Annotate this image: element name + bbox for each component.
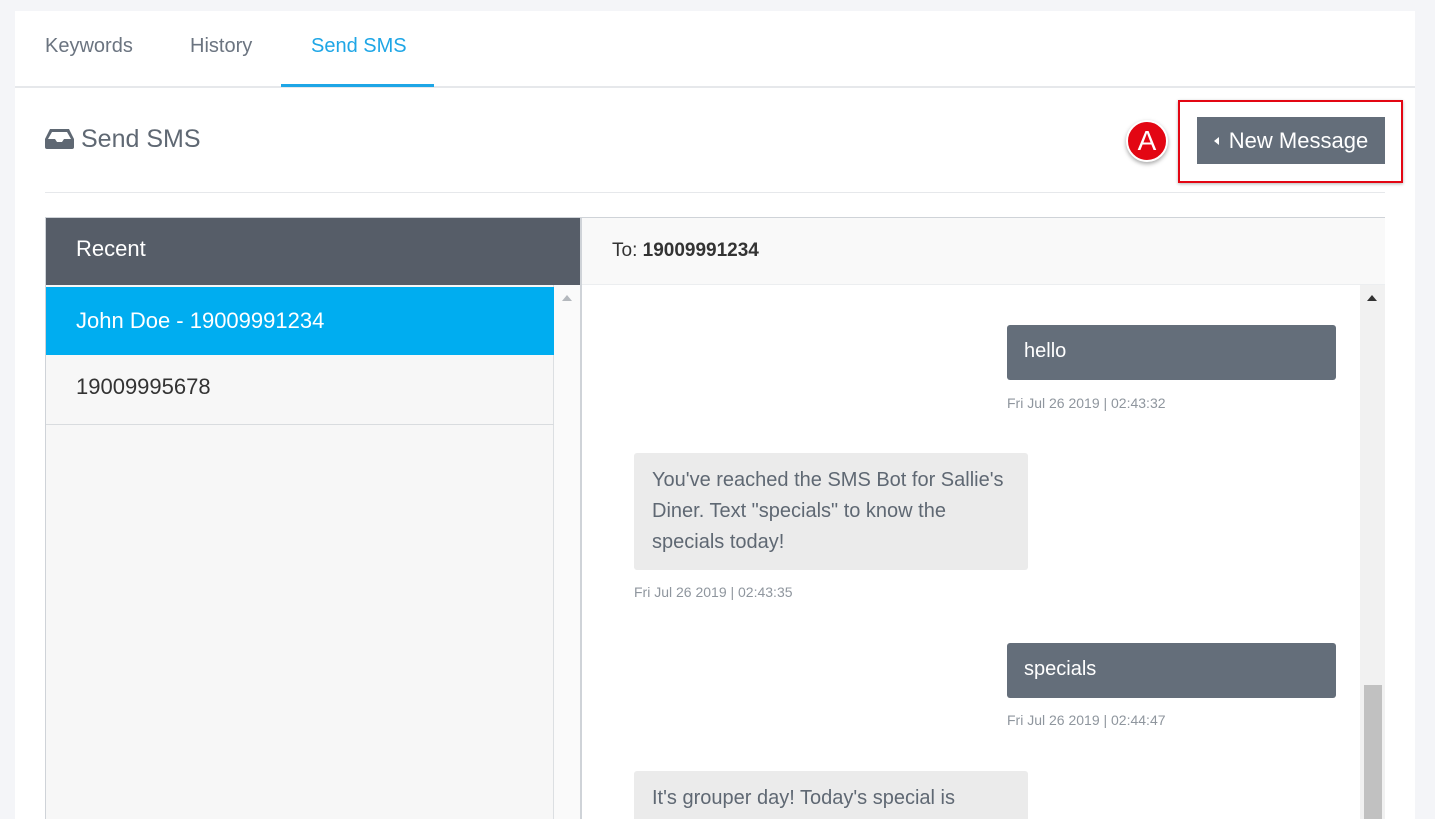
message-timestamp: Fri Jul 26 2019 | 02:44:47 [1007,712,1166,728]
recipient-number: 19009991234 [642,240,759,261]
tab-send-sms[interactable]: Send SMS [311,35,407,58]
inbox-icon [45,129,74,149]
message-bubble-outgoing: specials [1007,643,1336,698]
header-divider [45,192,1385,193]
new-message-label: New Message [1228,127,1369,153]
message-bubble-incoming: You've reached the SMS Bot for Sallie's … [634,453,1028,570]
message-bubble-incoming: It's grouper day! Today's special is [634,771,1028,819]
page-title: Send SMS [81,124,201,153]
annotation-badge: A [1126,120,1168,162]
tab-history[interactable]: History [190,35,252,58]
section-header: Send SMS [45,119,201,159]
tab-keywords[interactable]: Keywords [45,35,133,58]
recent-item-19009995678[interactable]: 19009995678 [46,355,554,425]
message-bubble-outgoing: hello [1007,325,1336,380]
message-thread: hello Fri Jul 26 2019 | 02:43:32 You've … [582,285,1360,819]
tab-bar: Keywords History Send SMS [15,11,1415,88]
to-label: To: [612,240,638,261]
scroll-up-icon[interactable] [1367,295,1377,301]
scroll-up-icon[interactable] [562,295,572,301]
scroll-thumb[interactable] [1364,685,1382,819]
message-scrollbar[interactable] [1360,285,1385,819]
recent-item-john-doe[interactable]: John Doe - 19009991234 [46,287,554,355]
recent-scrollbar[interactable] [554,285,581,819]
message-timestamp: Fri Jul 26 2019 | 02:43:35 [634,584,793,600]
message-timestamp: Fri Jul 26 2019 | 02:43:32 [1007,395,1166,411]
new-message-button[interactable]: New Message [1197,117,1385,164]
recipient-bar: To: 19009991234 [582,218,1385,285]
recent-list: John Doe - 19009991234 19009995678 [46,285,554,819]
main-panel: Keywords History Send SMS Send SMS A New… [15,11,1415,819]
active-tab-indicator [281,84,434,87]
chat-frame: Recent John Doe - 19009991234 1900999567… [45,217,1385,819]
recent-header: Recent [46,218,581,285]
caret-left-icon [1213,136,1219,145]
